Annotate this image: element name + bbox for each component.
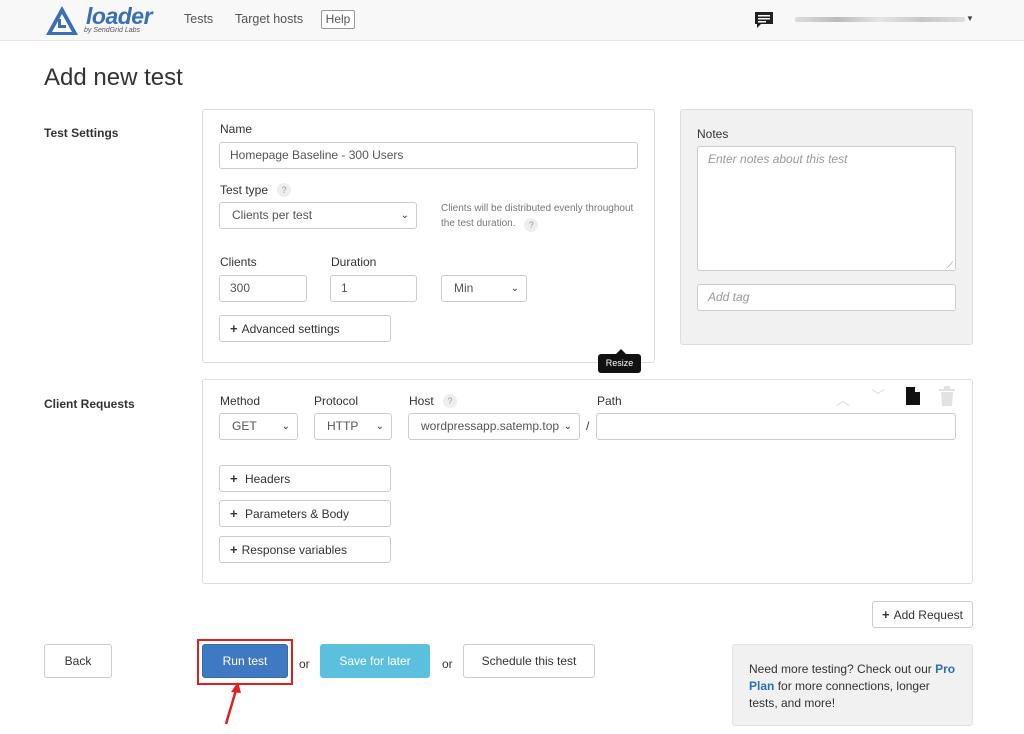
chevron-down-icon[interactable]: ▼ bbox=[966, 14, 974, 23]
notes-textarea[interactable]: Enter notes about this test ⟋ bbox=[697, 146, 956, 271]
test-type-select[interactable]: Clients per test ⌄ bbox=[219, 202, 417, 229]
host-label: Host bbox=[409, 394, 434, 408]
parameters-body-button[interactable]: + Parameters & Body bbox=[219, 500, 391, 527]
duration-unit-select[interactable]: Min ⌄ bbox=[441, 275, 527, 302]
clients-input[interactable]: 300 bbox=[219, 275, 307, 302]
method-value: GET bbox=[232, 419, 257, 433]
name-label: Name bbox=[220, 122, 253, 136]
add-tag-input[interactable]: Add tag bbox=[697, 284, 956, 311]
chevron-down-icon: ⌄ bbox=[510, 283, 519, 294]
protocol-value: HTTP bbox=[327, 419, 359, 433]
response-variables-button[interactable]: + Response variables bbox=[219, 536, 391, 563]
test-type-label: Test type bbox=[220, 183, 269, 197]
protocol-select[interactable]: HTTP ⌄ bbox=[314, 413, 392, 440]
question-icon[interactable]: ? bbox=[524, 218, 539, 232]
chevron-down-icon: ⌄ bbox=[563, 421, 572, 432]
host-value: wordpressapp.satemp.top bbox=[421, 419, 560, 433]
nav-tests[interactable]: Tests bbox=[184, 12, 213, 26]
run-test-button[interactable]: Run test bbox=[202, 644, 288, 678]
add-request-button[interactable]: + Add Request bbox=[872, 601, 973, 628]
logo-subtitle: by SendGrid Labs bbox=[84, 27, 141, 34]
red-arrow-annotation bbox=[222, 682, 242, 726]
back-button[interactable]: Back bbox=[44, 644, 112, 678]
advanced-settings-button[interactable]: + Advanced settings bbox=[219, 315, 391, 342]
pro-plan-promo: Need more testing? Check out our Pro Pla… bbox=[732, 644, 973, 726]
duration-label: Duration bbox=[331, 255, 377, 269]
help-button[interactable]: Help bbox=[321, 10, 355, 29]
nav-target-hosts[interactable]: Target hosts bbox=[235, 12, 303, 26]
chevron-down-icon: ⌄ bbox=[400, 210, 409, 221]
plus-icon: + bbox=[230, 321, 238, 336]
chevron-down-icon: ⌄ bbox=[281, 421, 290, 432]
schedule-test-button[interactable]: Schedule this test bbox=[463, 644, 595, 678]
duration-input[interactable]: 1 bbox=[330, 275, 417, 302]
copy-icon[interactable] bbox=[905, 386, 921, 406]
test-type-help-icon[interactable]: ? bbox=[277, 183, 291, 197]
headers-button[interactable]: + Headers bbox=[219, 465, 391, 492]
client-requests-label: Client Requests bbox=[44, 397, 135, 411]
plus-icon: + bbox=[230, 506, 238, 521]
test-name-input[interactable]: Homepage Baseline - 300 Users bbox=[219, 142, 638, 169]
method-select[interactable]: GET ⌄ bbox=[219, 413, 298, 440]
or-separator: or bbox=[299, 657, 310, 671]
test-type-help-text: Clients will be distributed evenly throu… bbox=[441, 203, 634, 232]
logo-text[interactable]: loader bbox=[86, 3, 153, 30]
duration-unit-value: Min bbox=[454, 281, 474, 295]
chevron-down-icon: ⌄ bbox=[375, 421, 384, 432]
test-type-value: Clients per test bbox=[232, 208, 313, 222]
page-title: Add new test bbox=[44, 64, 183, 91]
move-up-icon[interactable]: ︿ bbox=[836, 390, 850, 410]
host-help-icon[interactable]: ? bbox=[443, 394, 457, 408]
plus-icon: + bbox=[230, 471, 238, 486]
method-label: Method bbox=[220, 394, 261, 408]
path-separator: / bbox=[586, 419, 590, 433]
plus-icon: + bbox=[230, 542, 238, 557]
clients-label: Clients bbox=[220, 255, 257, 269]
notes-label: Notes bbox=[697, 127, 729, 141]
chat-icon[interactable] bbox=[753, 11, 775, 30]
loader-logo-icon[interactable] bbox=[44, 4, 80, 37]
or-separator: or bbox=[442, 657, 453, 671]
save-for-later-button[interactable]: Save for later bbox=[320, 644, 430, 678]
plus-icon: + bbox=[882, 607, 890, 622]
resize-handle-icon[interactable]: ⟋ bbox=[947, 261, 953, 270]
host-select[interactable]: wordpressapp.satemp.top ⌄ bbox=[408, 413, 580, 440]
user-account-menu[interactable] bbox=[795, 17, 965, 22]
path-input[interactable] bbox=[596, 413, 956, 440]
protocol-label: Protocol bbox=[314, 394, 359, 408]
move-down-icon[interactable]: ﹀ bbox=[871, 386, 885, 406]
notes-placeholder: Enter notes about this test bbox=[708, 152, 848, 166]
resize-tooltip: Resize bbox=[598, 349, 641, 373]
top-navbar: loader by SendGrid Labs Tests Target hos… bbox=[0, 0, 1024, 41]
trash-icon[interactable] bbox=[938, 386, 956, 406]
test-settings-label: Test Settings bbox=[44, 126, 119, 140]
path-label: Path bbox=[597, 394, 622, 408]
